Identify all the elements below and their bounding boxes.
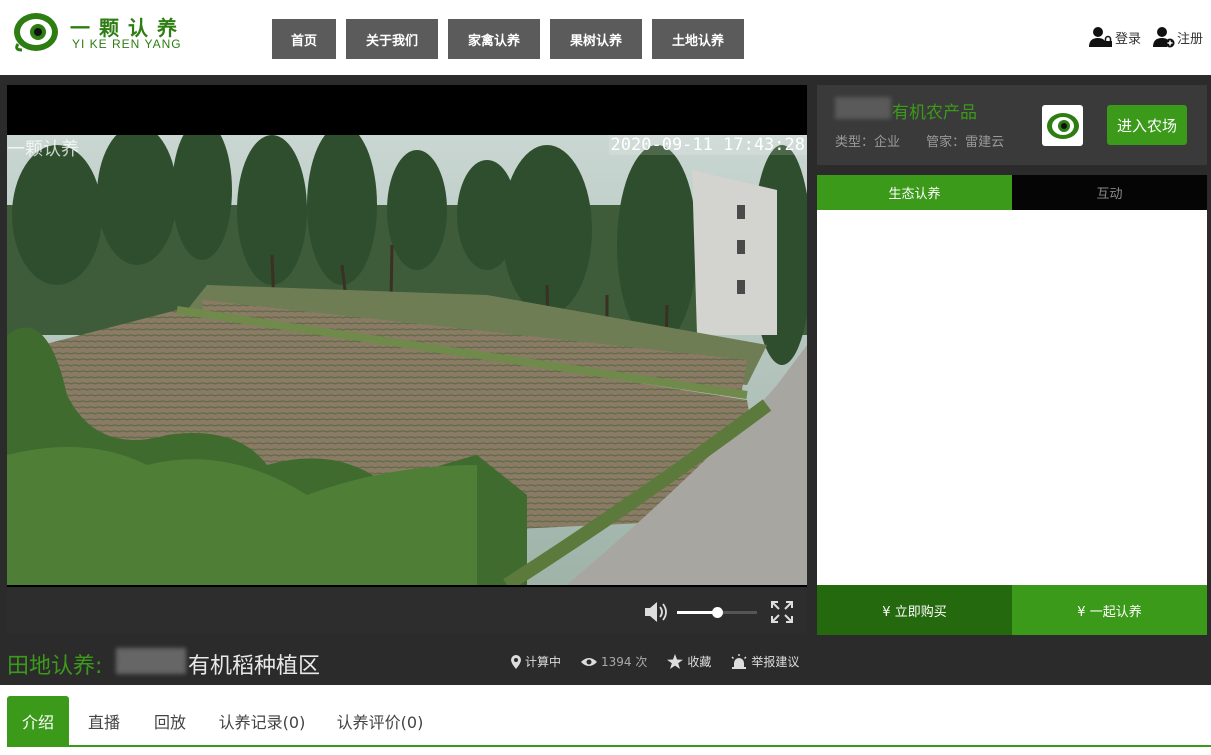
video-scene	[7, 135, 807, 585]
logo-eye-icon	[14, 13, 58, 52]
plot-title-bar: 田地认养: 有机稻种植区 计算中 1394 次 收藏 举报建议	[0, 635, 1211, 685]
nav-home[interactable]: 首页	[272, 19, 336, 59]
auth-links: 登录 注册	[1077, 26, 1203, 48]
star-icon	[667, 654, 684, 669]
nav-poultry[interactable]: 家禽认养	[448, 19, 540, 59]
tab-adoption-reviews[interactable]: 认养评价(0)	[332, 696, 428, 745]
views-count: 1394 次	[601, 655, 648, 669]
video-timestamp: 2020-09-11 17:43:28	[608, 135, 807, 155]
volume-slider-handle[interactable]	[712, 607, 723, 618]
logo-english-text: YI KE REN YANG	[72, 37, 182, 51]
favorite-action[interactable]: 收藏	[667, 653, 711, 670]
purchase-actions: ¥ 立即购买 ¥ 一起认养	[817, 585, 1207, 635]
report-action[interactable]: 举报建议	[731, 653, 799, 670]
live-video-frame[interactable]: 一颗认养 2020-09-11 17:43:28	[7, 135, 807, 585]
login-label: 登录	[1114, 31, 1141, 47]
tab-eco-adoption[interactable]: 生态认养	[817, 175, 1012, 210]
user-add-icon	[1152, 27, 1175, 48]
farm-manager: 管家：雷建云	[926, 135, 1005, 150]
volume-slider[interactable]	[677, 607, 757, 618]
alarm-icon	[731, 654, 747, 669]
favorite-label: 收藏	[687, 655, 712, 669]
side-panel-content	[817, 210, 1207, 585]
location-pin-icon	[511, 654, 521, 669]
location-stat: 计算中	[511, 653, 561, 670]
register-label: 注册	[1176, 31, 1203, 47]
report-label: 举报建议	[751, 655, 800, 669]
main-nav: 首页 关于我们 家禽认养 果树认养 土地认养	[272, 19, 754, 59]
plot-name: 有机稻种植区	[188, 654, 321, 679]
buy-now-button[interactable]: ¥ 立即购买	[817, 585, 1012, 635]
user-lock-icon	[1088, 27, 1112, 47]
tab-adoption-records[interactable]: 认养记录(0)	[212, 696, 312, 745]
tab-interaction[interactable]: 互动	[1012, 175, 1207, 210]
plot-category: 田地认养:	[7, 654, 103, 679]
views-stat: 1394 次	[581, 653, 647, 670]
nav-about[interactable]: 关于我们	[346, 19, 438, 59]
farm-logo	[1042, 105, 1083, 146]
nav-fruit-trees[interactable]: 果树认养	[550, 19, 642, 59]
tab-playback[interactable]: 回放	[146, 696, 194, 745]
login-link[interactable]: 登录	[1088, 26, 1141, 48]
farm-name[interactable]: 有机农产品	[892, 98, 977, 123]
nav-land[interactable]: 土地认养	[652, 19, 744, 59]
farm-type: 类型：企业	[835, 135, 901, 150]
tab-intro[interactable]: 介绍	[7, 696, 69, 745]
site-header: 一颗认养 YI KE REN YANG 首页 关于我们 家禽认养 果树认养 土地…	[0, 0, 1211, 75]
farm-name-redacted	[835, 97, 891, 119]
video-watermark: 一颗认养	[7, 139, 79, 160]
farm-info-card: 有机农产品 类型：企业 管家：雷建云 进入农场	[817, 85, 1207, 165]
plot-stats: 计算中 1394 次 收藏 举报建议	[511, 653, 819, 670]
tab-live[interactable]: 直播	[80, 696, 128, 745]
register-link[interactable]: 注册	[1152, 26, 1203, 48]
farm-meta: 类型：企业 管家：雷建云	[835, 131, 1026, 150]
side-tabs: 生态认养 互动	[817, 175, 1207, 210]
site-logo[interactable]: 一颗认养 YI KE REN YANG	[12, 8, 202, 58]
farm-logo-eye-icon	[1046, 112, 1079, 139]
eye-icon	[581, 657, 598, 666]
adopt-together-button[interactable]: ¥ 一起认养	[1012, 585, 1207, 635]
content-tabs: 介绍 直播 回放 认养记录(0) 认养评价(0)	[0, 685, 1211, 755]
plot-name-redacted	[116, 648, 186, 674]
tabs-underline	[7, 745, 1211, 747]
location-text: 计算中	[525, 655, 562, 669]
video-controls	[7, 587, 807, 633]
volume-slider-fill	[677, 611, 717, 614]
fullscreen-icon[interactable]	[770, 600, 794, 624]
volume-icon[interactable]	[643, 601, 669, 623]
enter-farm-button[interactable]: 进入农场	[1107, 105, 1187, 145]
video-player[interactable]: 一颗认养 2020-09-11 17:43:28	[7, 85, 807, 633]
